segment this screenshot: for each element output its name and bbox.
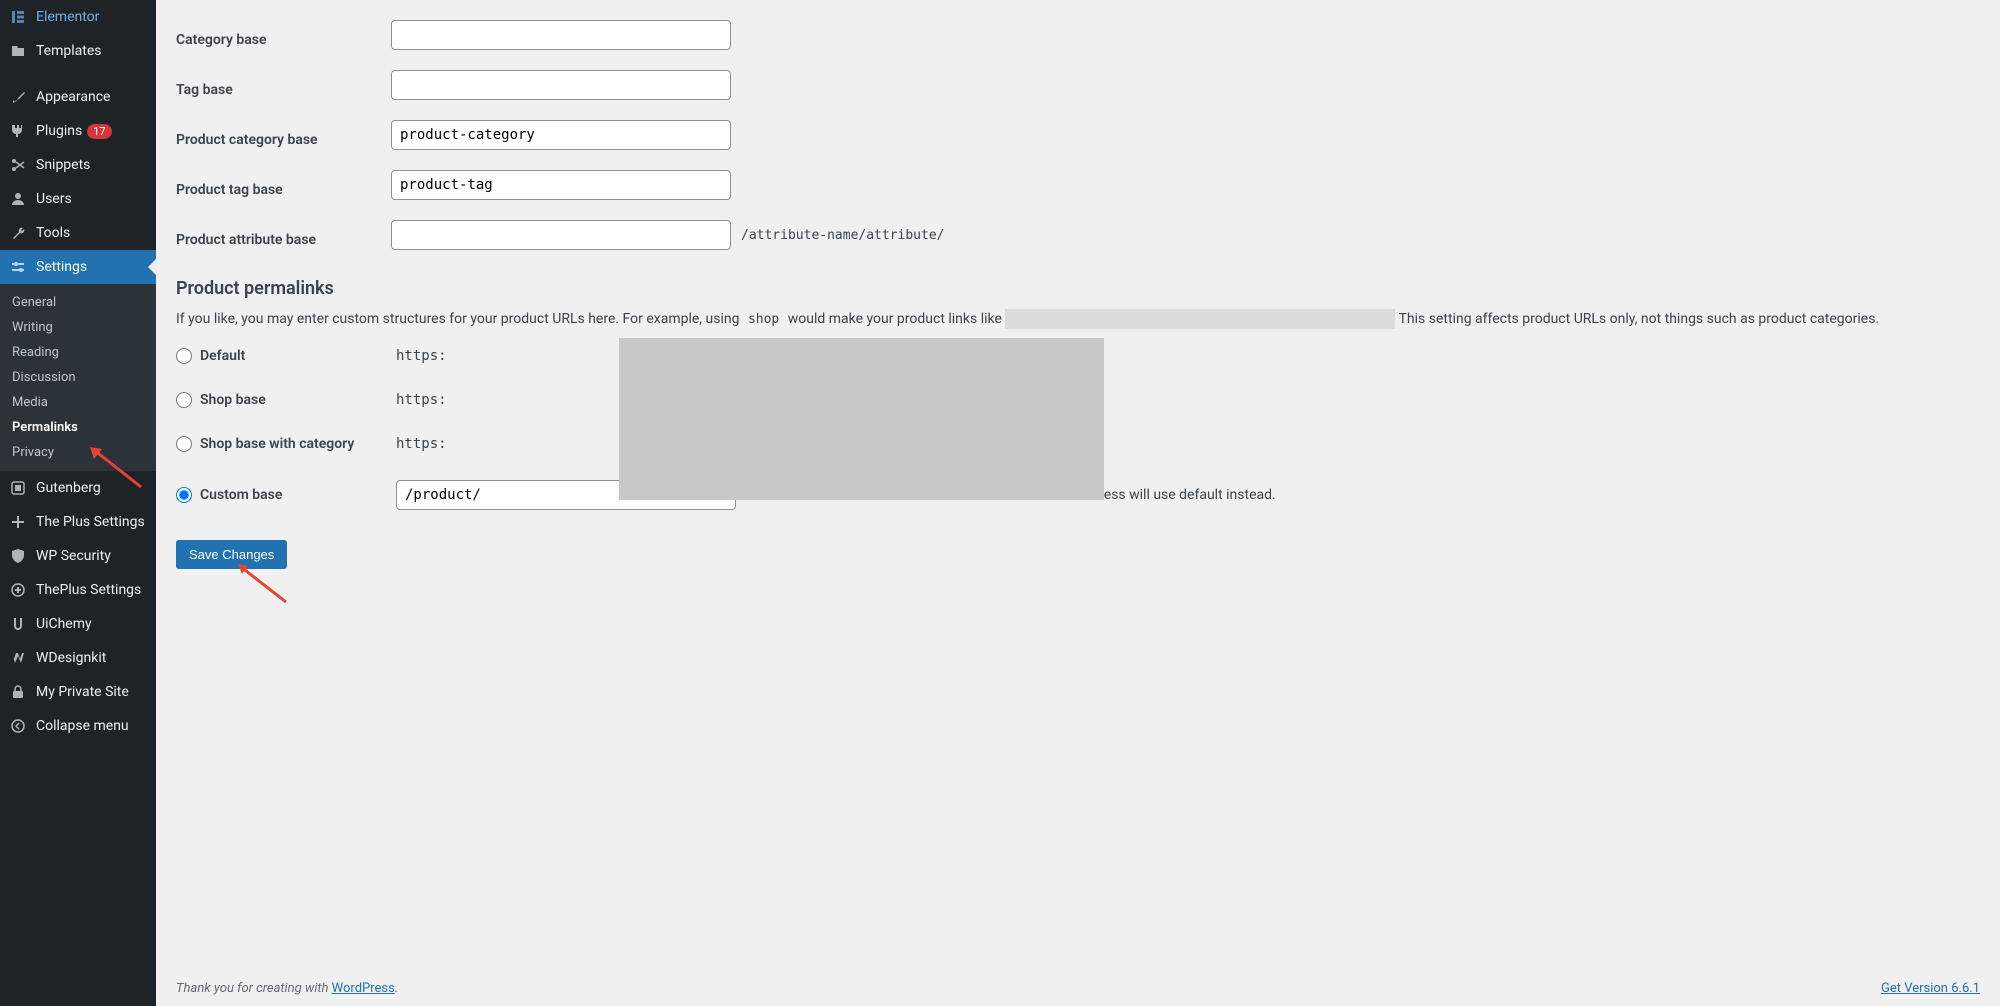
- radio-default[interactable]: [176, 348, 192, 364]
- submenu-general[interactable]: General: [0, 290, 156, 315]
- sidebar-item-templates[interactable]: Templates: [0, 34, 156, 68]
- sidebar-item-appearance[interactable]: Appearance: [0, 80, 156, 114]
- plugins-badge: 17: [87, 124, 111, 139]
- redacted-url: [1005, 309, 1395, 329]
- product-attribute-base-input[interactable]: [391, 220, 731, 250]
- radio-shopbase-url: https:: [396, 392, 447, 408]
- plus-icon: [8, 512, 28, 532]
- sidebar-item-elementor[interactable]: Elementor: [0, 0, 156, 34]
- sidebar-item-uichemy[interactable]: UiChemy: [0, 607, 156, 641]
- product-category-base-input[interactable]: [391, 120, 731, 150]
- attribute-hint: /attribute-name/attribute/: [735, 224, 951, 247]
- footer-thanks-prefix: Thank you for creating with: [176, 981, 332, 996]
- product-tag-base-input[interactable]: [391, 170, 731, 200]
- menu-label: My Private Site: [36, 684, 129, 700]
- admin-sidebar: Elementor Templates Appearance Plugins 1…: [0, 0, 156, 1006]
- settings-submenu: General Writing Reading Discussion Media…: [0, 284, 156, 471]
- sidebar-item-theplus2[interactable]: ThePlus Settings: [0, 573, 156, 607]
- elementor-icon: [8, 7, 28, 27]
- sidebar-item-plugins[interactable]: Plugins 17: [0, 114, 156, 148]
- permalinks-description: If you like, you may enter custom struct…: [176, 309, 1980, 330]
- radio-custom[interactable]: [176, 487, 192, 503]
- main-content: Category base Tag base Product category …: [156, 0, 2000, 1006]
- plus2-icon: [8, 580, 28, 600]
- product-permalinks-heading: Product permalinks: [176, 278, 1980, 299]
- lock-icon: [8, 682, 28, 702]
- product-tag-base-label: Product tag base: [176, 170, 391, 198]
- footer-thanks-suffix: .: [395, 981, 398, 996]
- plug-icon: [8, 121, 28, 141]
- menu-label: Gutenberg: [36, 480, 101, 496]
- sidebar-item-settings[interactable]: Settings: [0, 250, 156, 284]
- menu-label: Appearance: [36, 89, 110, 105]
- folder-icon: [8, 41, 28, 61]
- menu-label: Settings: [36, 259, 87, 275]
- radio-default-url: https:: [396, 348, 447, 364]
- submenu-writing[interactable]: Writing: [0, 315, 156, 340]
- sidebar-item-tools[interactable]: Tools: [0, 216, 156, 250]
- menu-label: WP Security: [36, 548, 111, 564]
- brush-icon: [8, 87, 28, 107]
- wdesign-icon: [8, 648, 28, 668]
- sidebar-item-snippets[interactable]: Snippets: [0, 148, 156, 182]
- sidebar-item-wdesignkit[interactable]: WDesignkit: [0, 641, 156, 675]
- submenu-reading[interactable]: Reading: [0, 340, 156, 365]
- version-link[interactable]: Get Version 6.6.1: [1881, 981, 1980, 996]
- product-attribute-base-label: Product attribute base: [176, 220, 391, 248]
- menu-label: Collapse menu: [36, 718, 129, 734]
- radio-shopcategory-label: Shop base with category: [200, 436, 396, 452]
- submenu-discussion[interactable]: Discussion: [0, 365, 156, 390]
- radio-shopbase[interactable]: [176, 392, 192, 408]
- shop-code: shop: [743, 309, 784, 330]
- menu-label: Templates: [36, 43, 102, 59]
- radio-shopcategory-url: https:: [396, 436, 447, 452]
- menu-label: Plugins: [36, 123, 82, 139]
- menu-label: ThePlus Settings: [36, 582, 141, 598]
- sidebar-item-privatesite[interactable]: My Private Site: [0, 675, 156, 709]
- uichemy-icon: [8, 614, 28, 634]
- save-changes-button[interactable]: Save Changes: [176, 540, 287, 569]
- radio-custom-label: Custom base: [200, 487, 396, 503]
- tag-base-label: Tag base: [176, 70, 391, 98]
- radio-shopbase-label: Shop base: [200, 392, 396, 408]
- menu-label: Snippets: [36, 157, 90, 173]
- submenu-permalinks[interactable]: Permalinks: [0, 415, 156, 440]
- menu-label: UiChemy: [36, 616, 92, 632]
- wrench-icon: [8, 223, 28, 243]
- sliders-icon: [8, 257, 28, 277]
- sidebar-item-wpsecurity[interactable]: WP Security: [0, 539, 156, 573]
- category-base-label: Category base: [176, 20, 391, 48]
- collapse-icon: [8, 716, 28, 736]
- admin-footer: Thank you for creating with WordPress. G…: [156, 971, 2000, 1006]
- menu-label: Elementor: [36, 9, 99, 25]
- sidebar-item-theplus[interactable]: The Plus Settings: [0, 505, 156, 539]
- redacted-urls-overlay: [619, 338, 1104, 500]
- scissors-icon: [8, 155, 28, 175]
- menu-label: The Plus Settings: [36, 514, 145, 530]
- menu-label: Users: [36, 191, 72, 207]
- radio-shopcategory[interactable]: [176, 436, 192, 452]
- menu-label: WDesignkit: [36, 650, 106, 666]
- wordpress-link[interactable]: WordPress: [332, 981, 395, 996]
- submenu-privacy[interactable]: Privacy: [0, 440, 156, 465]
- block-icon: [8, 478, 28, 498]
- radio-default-label: Default: [200, 348, 396, 364]
- product-category-base-label: Product category base: [176, 120, 391, 148]
- sidebar-item-collapse[interactable]: Collapse menu: [0, 709, 156, 743]
- user-icon: [8, 189, 28, 209]
- tag-base-input[interactable]: [391, 70, 731, 100]
- sidebar-item-gutenberg[interactable]: Gutenberg: [0, 471, 156, 505]
- category-base-input[interactable]: [391, 20, 731, 50]
- sidebar-item-users[interactable]: Users: [0, 182, 156, 216]
- menu-label: Tools: [36, 225, 70, 241]
- shield-icon: [8, 546, 28, 566]
- submenu-media[interactable]: Media: [0, 390, 156, 415]
